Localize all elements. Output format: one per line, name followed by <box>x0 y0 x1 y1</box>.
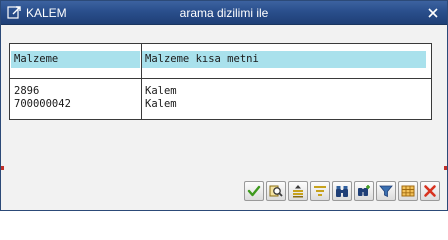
filter-list-button[interactable] <box>310 181 330 201</box>
filter-button[interactable] <box>376 181 396 201</box>
cell-material-description[interactable]: Kalem <box>145 84 177 98</box>
search-button[interactable] <box>266 181 286 201</box>
title-bar[interactable]: KALEM arama dizilimi ile <box>1 1 447 25</box>
column-header-material[interactable]: Malzeme <box>11 51 140 68</box>
header-separator <box>10 78 431 79</box>
cell-material[interactable]: 700000042 <box>14 97 71 111</box>
sort-icon <box>293 185 303 198</box>
filter-list-icon <box>314 186 326 196</box>
dialog-content: Malzeme Malzeme kısa metni 2896 Kalem 70… <box>1 26 447 210</box>
hit-list-table: Malzeme Malzeme kısa metni 2896 Kalem 70… <box>9 43 432 120</box>
value-help-dialog: KALEM arama dizilimi ile Malzeme Malzeme… <box>0 0 448 211</box>
dialog-title: arama dizilimi ile <box>179 6 269 20</box>
layout-button[interactable] <box>398 181 418 201</box>
cancel-button[interactable] <box>420 181 440 201</box>
checkmark-icon <box>247 185 261 197</box>
resize-marker-left <box>1 166 4 170</box>
binoculars-plus-icon <box>358 185 370 196</box>
accept-button[interactable] <box>244 181 264 201</box>
dialog-toolbar <box>244 181 440 201</box>
table-header-row: Malzeme Malzeme kısa metni <box>10 51 431 68</box>
find-button[interactable] <box>332 181 352 201</box>
table-row[interactable]: 700000042 Kalem <box>10 97 431 111</box>
window-close-button[interactable] <box>425 5 441 21</box>
column-header-material-description[interactable]: Malzeme kısa metni <box>142 51 426 68</box>
magnifier-icon <box>269 185 283 197</box>
table-row[interactable]: 2896 Kalem <box>10 84 431 98</box>
binoculars-icon <box>336 186 348 197</box>
cancel-icon <box>424 185 436 197</box>
close-icon <box>428 8 438 18</box>
grid-icon <box>401 185 415 197</box>
sort-button[interactable] <box>288 181 308 201</box>
cell-material-description[interactable]: Kalem <box>145 97 177 111</box>
cell-material[interactable]: 2896 <box>14 84 39 98</box>
funnel-icon <box>379 185 393 198</box>
find-next-button[interactable] <box>354 181 374 201</box>
resize-marker-right <box>444 166 447 170</box>
